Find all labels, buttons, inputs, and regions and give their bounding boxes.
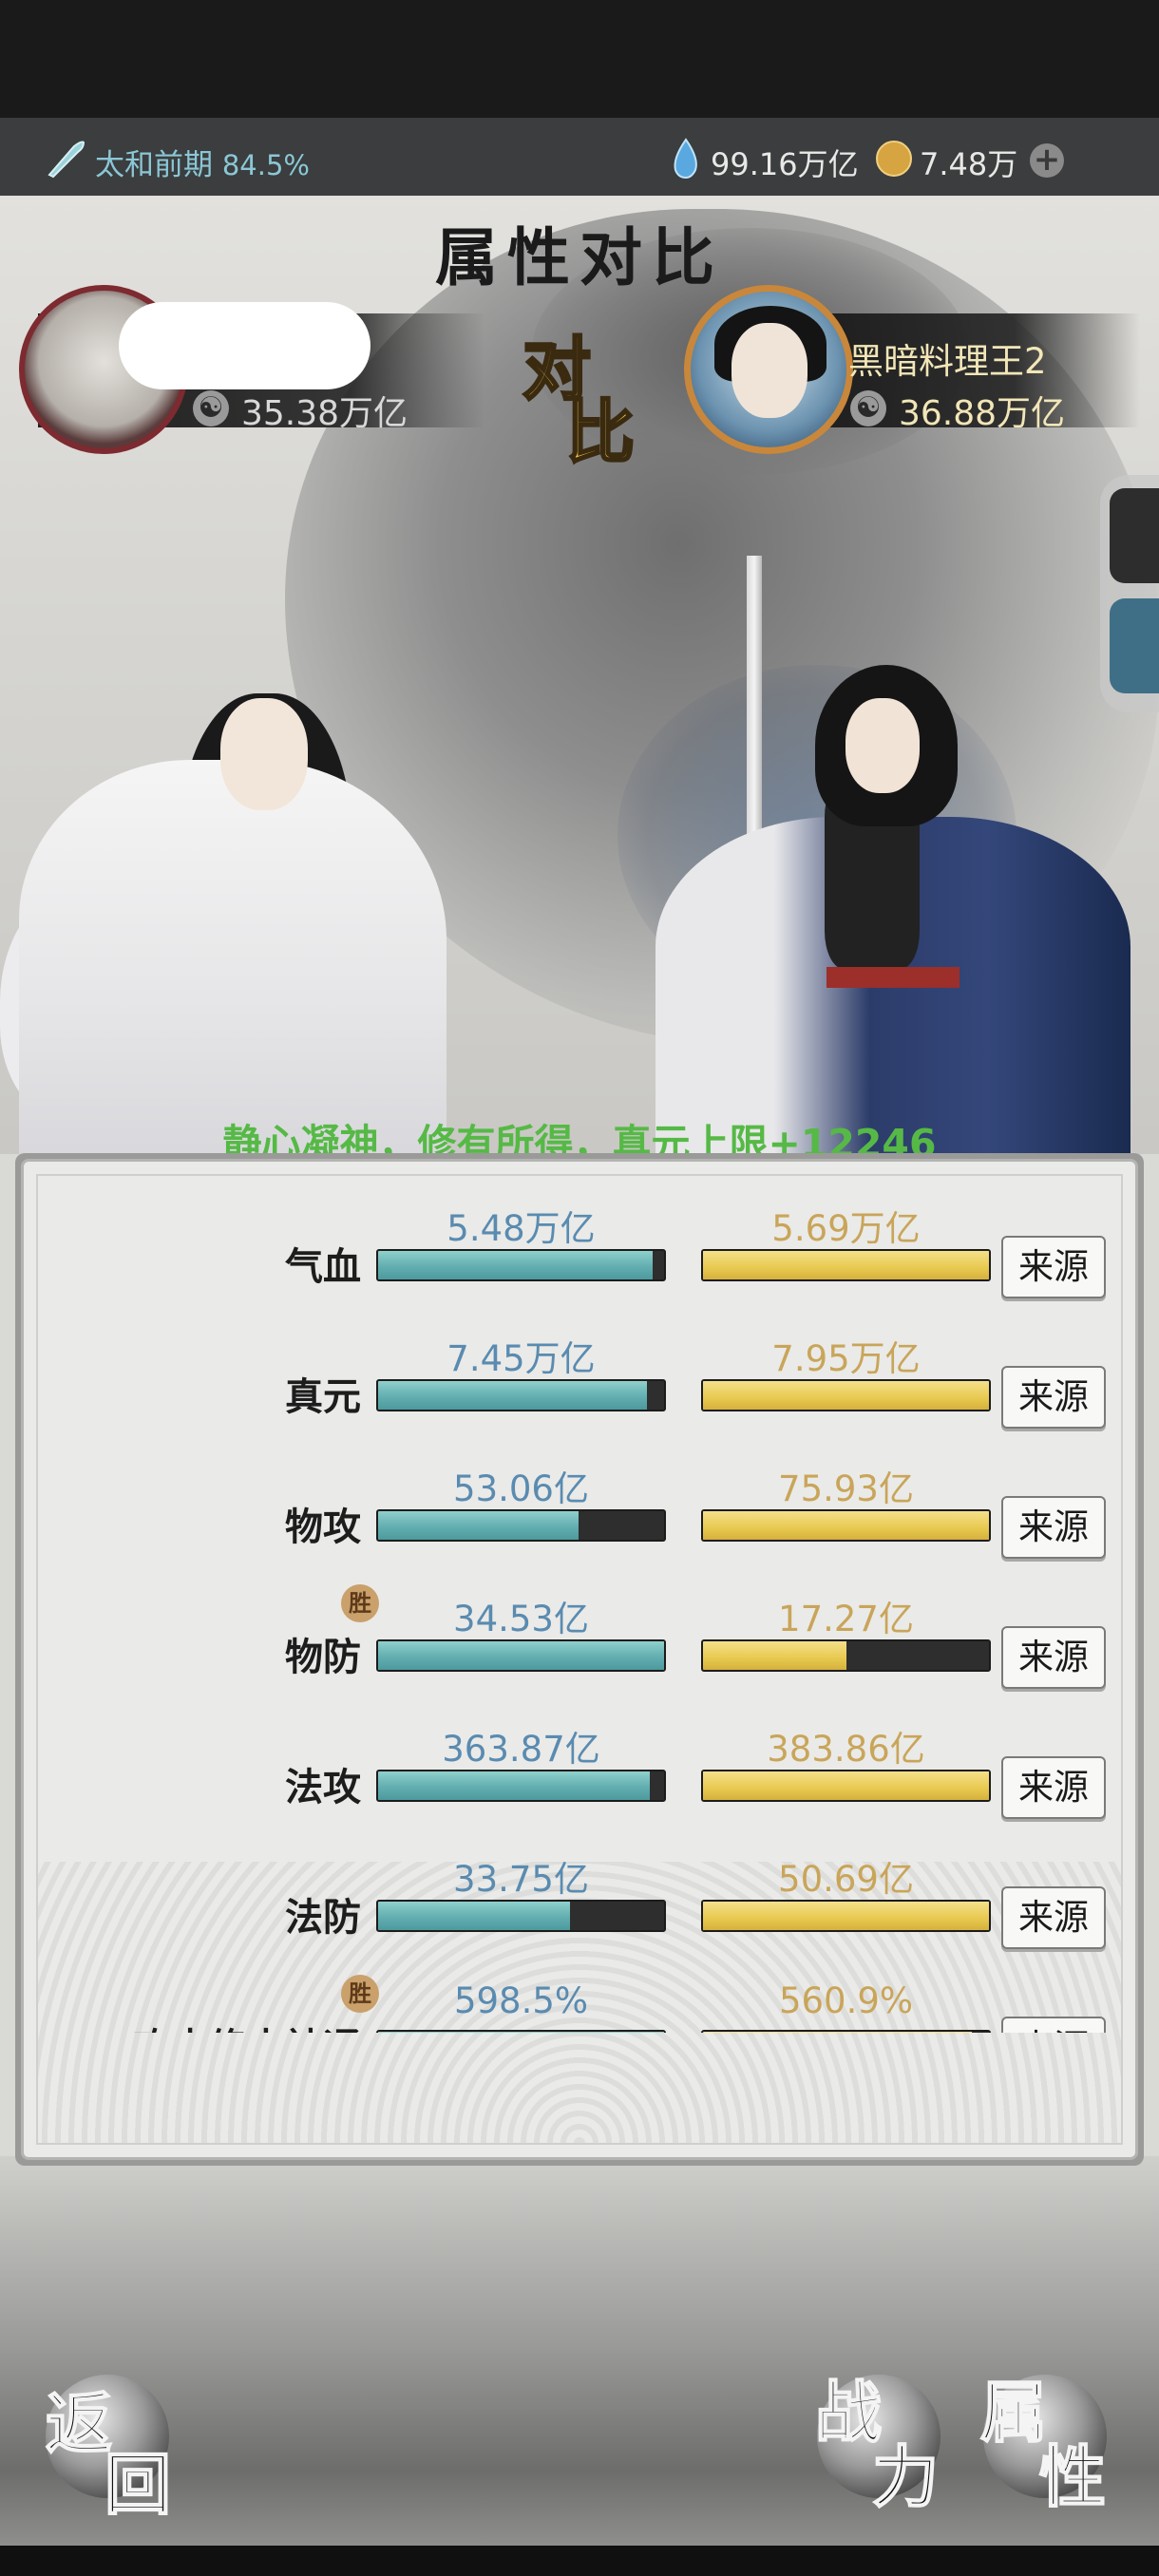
right-stat-bar-fill (703, 1511, 989, 1540)
feather-sword-icon (48, 141, 86, 179)
left-stat-value: 7.45万亿 (446, 1338, 596, 1379)
right-stat-bar-fill (703, 1381, 989, 1410)
left-stat-value: 34.53亿 (453, 1599, 589, 1639)
right-stat-value: 383.86亿 (767, 1729, 925, 1770)
left-character-robe (19, 760, 446, 1159)
left-player-power: 35.38万亿 (241, 394, 408, 433)
right-stat-value: 75.93亿 (778, 1468, 914, 1509)
attributes-label-2: 性 (1038, 2436, 1107, 2517)
left-stat-bar (376, 1900, 666, 1932)
left-stat-bar-fill (378, 1641, 664, 1670)
stat-row: 气血 5.48万亿 5.69万亿来源 (38, 1200, 1121, 1330)
spirit-stone-count: 99.16万亿 (711, 146, 859, 182)
bottom-black-band (0, 2546, 1159, 2576)
left-stat-value: 598.5% (453, 1980, 589, 2021)
right-stat-value: 17.27亿 (778, 1599, 914, 1639)
left-stat-value: 5.48万亿 (446, 1208, 596, 1249)
right-player-power: 36.88万亿 (899, 394, 1066, 433)
right-stat-value: 7.95万亿 (771, 1338, 921, 1379)
stat-row: 胜物防 34.53亿 17.27亿来源 (38, 1584, 1121, 1720)
stat-row: 真元 7.45万亿 7.95万亿来源 (38, 1330, 1121, 1460)
realm-progress: 84.5% (221, 149, 310, 181)
right-avatar-face (732, 323, 808, 418)
source-button[interactable]: 来源 (1001, 1236, 1106, 1298)
versus-char-2: 比 (564, 390, 636, 474)
right-stat-bar (701, 1770, 991, 1802)
left-stat-bar (376, 1509, 666, 1542)
side-shortcut-button[interactable] (1110, 488, 1159, 583)
top-black-band (0, 0, 1159, 118)
right-stat-bar (701, 2030, 991, 2033)
right-stat-value: 5.69万亿 (771, 1208, 921, 1249)
right-stat-value: 50.69亿 (778, 1859, 914, 1900)
right-stat-bar-fill (703, 1641, 846, 1670)
right-stat-bar (701, 1900, 991, 1932)
yin-yang-icon: ☯ (850, 390, 886, 426)
right-stat-bar (701, 1249, 991, 1281)
stat-label: 攻击修士神通 (38, 2017, 361, 2033)
coin-icon (876, 141, 912, 177)
right-stat-bar (701, 1379, 991, 1411)
right-player-name: 黑暗料理王2 (848, 341, 1047, 382)
stat-row: 法攻 363.87亿 383.86亿来源 (38, 1720, 1121, 1850)
left-stat-bar-fill (378, 2032, 664, 2033)
left-stat-bar (376, 1770, 666, 1802)
right-stat-bar-fill (703, 1771, 989, 1800)
right-stat-bar (701, 1509, 991, 1542)
source-button[interactable]: 来源 (1001, 1886, 1106, 1949)
source-button[interactable]: 来源 (1001, 1756, 1106, 1819)
source-button[interactable]: 来源 (1001, 1366, 1106, 1429)
yin-yang-icon: ☯ (193, 390, 229, 426)
right-stat-bar-fill (703, 1902, 989, 1930)
left-stat-bar-fill (378, 1902, 570, 1930)
right-stat-value: 560.9% (778, 1980, 914, 2021)
attributes-label-1: 属 (979, 2372, 1048, 2453)
left-stat-bar-fill (378, 1771, 650, 1800)
left-stat-value: 33.75亿 (453, 1859, 589, 1900)
back-label-2: 回 (104, 2444, 172, 2525)
left-stat-bar (376, 2030, 666, 2033)
left-character-face (220, 698, 308, 810)
source-button[interactable]: 来源 (1001, 2017, 1106, 2033)
left-stat-bar-fill (378, 1251, 653, 1279)
left-stat-bar (376, 1639, 666, 1672)
win-badge: 胜 (341, 1584, 379, 1622)
left-player-name-redacted (119, 302, 370, 389)
stat-label: 气血 (285, 1245, 361, 1289)
right-stat-bar (701, 1639, 991, 1672)
stat-label: 法防 (285, 1896, 361, 1940)
coin-count: 7.48万 (920, 146, 1018, 182)
realm-label[interactable]: 太和前期 84.5% (95, 141, 310, 183)
stat-row: 物攻 53.06亿 75.93亿来源 (38, 1460, 1121, 1590)
stat-label: 物攻 (285, 1506, 361, 1549)
stat-label: 法攻 (285, 1766, 361, 1809)
attribute-list[interactable]: 气血 5.48万亿 5.69万亿 来源 真元 7.45万亿 7.95万亿 来源 物攻 53.06亿… (38, 1178, 1121, 2033)
spirit-stone-icon (674, 138, 697, 180)
realm-name: 太和前期 (95, 148, 213, 182)
right-stat-bar-fill (703, 1251, 989, 1279)
left-stat-value: 53.06亿 (453, 1468, 589, 1509)
left-stat-bar-fill (378, 1511, 579, 1540)
left-stat-bar-fill (378, 1381, 647, 1410)
back-label-1: 返 (45, 2383, 113, 2464)
left-stat-bar (376, 1249, 666, 1281)
add-currency-button[interactable]: + (1030, 143, 1064, 178)
left-stat-bar (376, 1379, 666, 1411)
stat-label: 物防 (285, 1636, 361, 1679)
stat-row: 法防 33.75亿 50.69亿来源 (38, 1850, 1121, 1980)
right-character-belt (826, 967, 960, 988)
source-button[interactable]: 来源 (1001, 1626, 1106, 1689)
side-shortcut-button[interactable] (1110, 598, 1159, 693)
win-badge: 胜 (341, 1975, 379, 2013)
combat-power-label-2: 力 (871, 2436, 940, 2517)
left-stat-value: 363.87亿 (442, 1729, 600, 1770)
stat-row: 胜攻击修士神通 598.5% 560.9% 来源 (38, 1975, 1121, 2033)
stat-label: 真元 (285, 1375, 361, 1419)
right-character-face (846, 698, 920, 793)
right-stat-bar-fill (703, 2032, 972, 2033)
source-button[interactable]: 来源 (1001, 1496, 1106, 1559)
page-title: 属性对比 (435, 220, 724, 294)
